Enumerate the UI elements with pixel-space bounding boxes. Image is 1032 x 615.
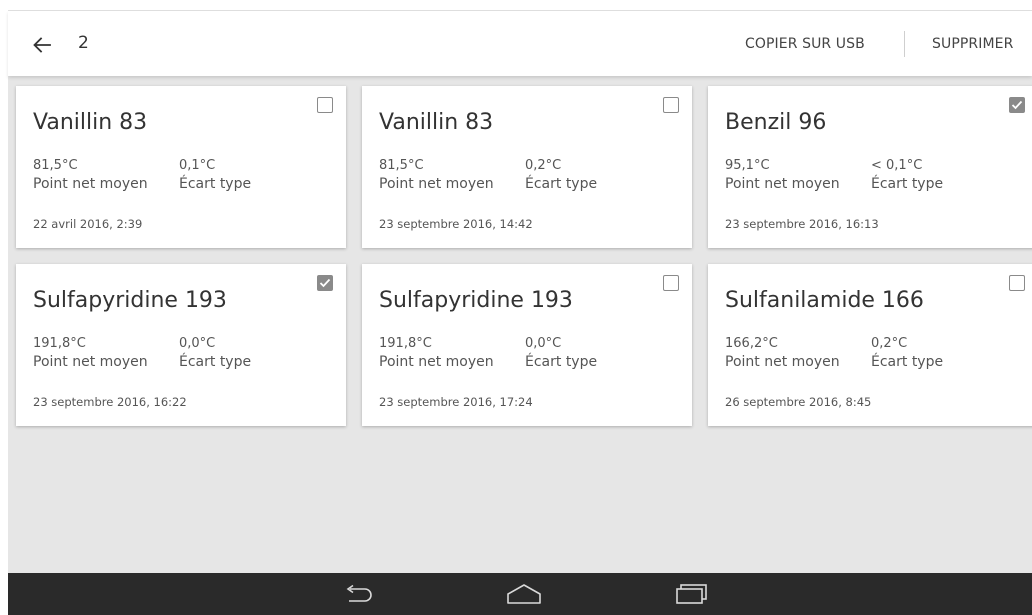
- app-bar: 2 COPIER SUR USB SUPPRIMER: [8, 11, 1032, 76]
- arrow-back-icon: [33, 37, 51, 53]
- std-dev-value: 0,1°C: [179, 158, 216, 173]
- nav-back-icon: [346, 584, 372, 602]
- result-card[interactable]: Sulfapyridine 193 191,8°C Point net moye…: [362, 264, 692, 426]
- card-date: 23 septembre 2016, 16:22: [33, 395, 187, 409]
- std-dev-label: Écart type: [871, 354, 944, 370]
- nav-recents-button[interactable]: [672, 579, 712, 609]
- std-dev-value: 0,2°C: [525, 158, 562, 173]
- nav-back-button[interactable]: [338, 579, 378, 609]
- checkbox-icon[interactable]: [663, 275, 679, 291]
- average-point-value: 191,8°C: [33, 336, 86, 351]
- copy-to-usb-button[interactable]: COPIER SUR USB: [745, 36, 865, 52]
- nav-home-icon: [507, 584, 541, 604]
- average-point-label: Point net moyen: [379, 176, 494, 192]
- std-dev-label: Écart type: [525, 354, 598, 370]
- average-point-label: Point net moyen: [379, 354, 494, 370]
- card-date: 26 septembre 2016, 8:45: [725, 395, 872, 409]
- std-dev-label: Écart type: [871, 176, 944, 192]
- result-card[interactable]: Vanillin 83 81,5°C Point net moyen 0,2°C…: [362, 86, 692, 248]
- average-point-value: 166,2°C: [725, 336, 778, 351]
- results-grid: Vanillin 83 81,5°C Point net moyen 0,1°C…: [8, 76, 1032, 573]
- average-point-value: 191,8°C: [379, 336, 432, 351]
- selection-count: 2: [78, 33, 89, 53]
- result-card[interactable]: Sulfapyridine 193 191,8°C Point net moye…: [16, 264, 346, 426]
- average-point-label: Point net moyen: [33, 176, 148, 192]
- std-dev-value: 0,0°C: [179, 336, 216, 351]
- result-card[interactable]: Sulfanilamide 166 166,2°C Point net moye…: [708, 264, 1032, 426]
- card-title: Sulfanilamide 166: [725, 288, 924, 313]
- card-title: Benzil 96: [725, 110, 827, 135]
- average-point-value: 95,1°C: [725, 158, 770, 173]
- std-dev-label: Écart type: [179, 354, 252, 370]
- average-point-value: 81,5°C: [33, 158, 78, 173]
- action-divider: [904, 31, 905, 57]
- std-dev-value: 0,2°C: [871, 336, 908, 351]
- nav-recents-icon: [676, 584, 707, 604]
- card-date: 23 septembre 2016, 16:13: [725, 217, 879, 231]
- left-bezel: [0, 0, 8, 615]
- checkbox-icon[interactable]: [663, 97, 679, 113]
- average-point-value: 81,5°C: [379, 158, 424, 173]
- result-card[interactable]: Benzil 96 95,1°C Point net moyen < 0,1°C…: [708, 86, 1032, 248]
- system-navigation-bar: [8, 573, 1032, 615]
- std-dev-label: Écart type: [525, 176, 598, 192]
- back-button[interactable]: [28, 31, 56, 59]
- card-title: Sulfapyridine 193: [379, 288, 573, 313]
- checkbox-icon[interactable]: [317, 275, 333, 291]
- card-title: Vanillin 83: [33, 110, 148, 135]
- card-date: 22 avril 2016, 2:39: [33, 217, 143, 231]
- std-dev-value: 0,0°C: [525, 336, 562, 351]
- std-dev-label: Écart type: [179, 176, 252, 192]
- result-card[interactable]: Vanillin 83 81,5°C Point net moyen 0,1°C…: [16, 86, 346, 248]
- screen: 2 COPIER SUR USB SUPPRIMER Vanillin 83 8…: [0, 0, 1032, 615]
- checkbox-icon[interactable]: [1009, 275, 1025, 291]
- checkbox-icon[interactable]: [1009, 97, 1025, 113]
- std-dev-value: < 0,1°C: [871, 158, 923, 173]
- average-point-label: Point net moyen: [725, 354, 840, 370]
- nav-home-button[interactable]: [504, 579, 544, 609]
- card-date: 23 septembre 2016, 14:42: [379, 217, 533, 231]
- average-point-label: Point net moyen: [33, 354, 148, 370]
- checkbox-icon[interactable]: [317, 97, 333, 113]
- card-date: 23 septembre 2016, 17:24: [379, 395, 533, 409]
- card-title: Sulfapyridine 193: [33, 288, 227, 313]
- card-title: Vanillin 83: [379, 110, 494, 135]
- delete-button[interactable]: SUPPRIMER: [932, 36, 1013, 52]
- average-point-label: Point net moyen: [725, 176, 840, 192]
